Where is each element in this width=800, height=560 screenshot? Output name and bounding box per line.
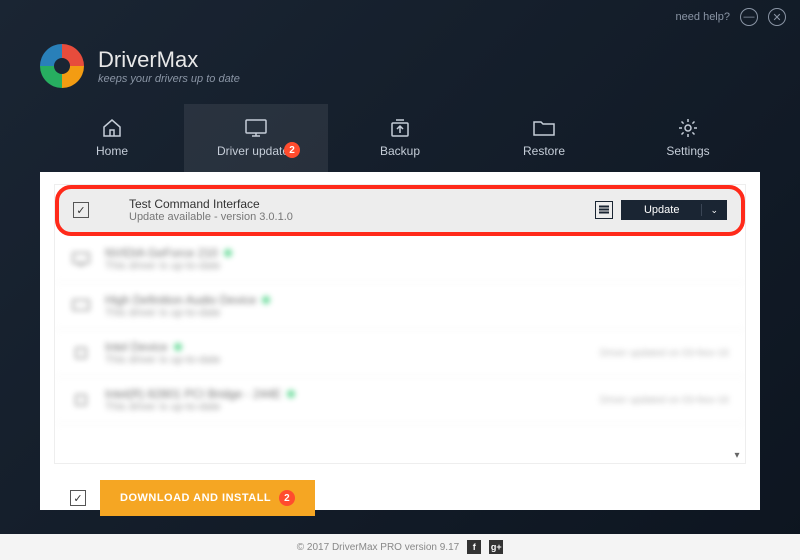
gear-icon xyxy=(677,118,699,138)
driver-subtitle: This driver is up-to-date xyxy=(105,307,729,319)
driver-title: Test Command Interface xyxy=(129,197,581,211)
minimize-button[interactable]: — xyxy=(740,8,758,26)
update-button-label: Update xyxy=(622,204,702,216)
driver-row[interactable]: NVIDIA GeForce 210 This driver is up-to-… xyxy=(55,236,745,283)
tab-label: Settings xyxy=(666,144,709,158)
app-subtitle: keeps your drivers up to date xyxy=(98,73,240,85)
tab-backup[interactable]: Backup xyxy=(328,104,472,172)
help-link[interactable]: need help? xyxy=(676,11,730,23)
chevron-down-icon[interactable]: ⌄ xyxy=(702,205,726,216)
app-title: DriverMax xyxy=(98,47,240,73)
chip-icon xyxy=(71,344,91,362)
tab-restore[interactable]: Restore xyxy=(472,104,616,172)
bottom-bar: © 2017 DriverMax PRO version 9.17 f g+ xyxy=(0,534,800,560)
driver-subtitle: This driver is up-to-date xyxy=(105,260,729,272)
download-install-button[interactable]: DOWNLOAD AND INSTALL 2 xyxy=(100,480,315,516)
driver-status: Driver updated on 03-Nov-16 xyxy=(600,348,729,359)
tab-label: Restore xyxy=(523,144,565,158)
download-count-badge: 2 xyxy=(279,490,295,506)
driver-row[interactable]: High Definition Audio Device This driver… xyxy=(55,283,745,330)
driver-list: ▴ ✓ Test Command Interface Update availa… xyxy=(54,184,746,464)
driver-subtitle: This driver is up-to-date xyxy=(105,401,586,413)
close-button[interactable]: ✕ xyxy=(768,8,786,26)
updates-badge: 2 xyxy=(284,142,300,158)
folder-icon xyxy=(533,118,555,138)
details-icon[interactable] xyxy=(595,201,613,219)
status-dot-icon xyxy=(224,249,232,257)
monitor-icon xyxy=(71,250,91,268)
select-all-checkbox[interactable]: ✓ xyxy=(70,490,86,506)
googleplus-icon[interactable]: g+ xyxy=(489,540,503,554)
download-button-label: DOWNLOAD AND INSTALL xyxy=(120,492,271,504)
driver-status: Driver updated on 03-Nov-16 xyxy=(600,395,729,406)
audio-icon xyxy=(71,297,91,315)
backup-icon xyxy=(389,118,411,138)
status-dot-icon xyxy=(287,390,295,398)
driver-row-highlighted[interactable]: ✓ Test Command Interface Update availabl… xyxy=(57,187,743,234)
tab-home[interactable]: Home xyxy=(40,104,184,172)
update-button[interactable]: Update ⌄ xyxy=(621,200,727,220)
driver-title: NVIDIA GeForce 210 xyxy=(105,246,729,260)
tab-label: Home xyxy=(96,144,128,158)
tab-label: Backup xyxy=(380,144,420,158)
facebook-icon[interactable]: f xyxy=(467,540,481,554)
status-dot-icon xyxy=(262,296,270,304)
content-panel: ▴ ✓ Test Command Interface Update availa… xyxy=(40,172,760,510)
chip-icon xyxy=(71,391,91,409)
header: DriverMax keeps your drivers up to date xyxy=(0,34,800,104)
tab-settings[interactable]: Settings xyxy=(616,104,760,172)
status-dot-icon xyxy=(174,343,182,351)
driver-title: Intel Device xyxy=(105,340,586,354)
tab-driver-updates[interactable]: Driver updates 2 xyxy=(184,104,328,172)
tab-bar: Home Driver updates 2 Backup Restore Set… xyxy=(0,104,800,172)
monitor-icon xyxy=(245,118,267,138)
driver-row[interactable]: Intel Device This driver is up-to-date D… xyxy=(55,330,745,377)
driver-row[interactable]: Intel(R) 82801 PCI Bridge - 244E This dr… xyxy=(55,377,745,424)
copyright-text: © 2017 DriverMax PRO version 9.17 xyxy=(297,542,459,553)
driver-subtitle: This driver is up-to-date xyxy=(105,354,586,366)
driver-title: High Definition Audio Device xyxy=(105,293,729,307)
home-icon xyxy=(101,118,123,138)
app-logo-icon xyxy=(40,44,84,88)
footer-actions: ✓ DOWNLOAD AND INSTALL 2 xyxy=(54,470,746,526)
scroll-down-button[interactable]: ▾ xyxy=(731,449,743,461)
titlebar: need help? — ✕ xyxy=(0,0,800,34)
driver-title: Intel(R) 82801 PCI Bridge - 244E xyxy=(105,387,586,401)
checkbox[interactable]: ✓ xyxy=(73,202,89,218)
driver-subtitle: Update available - version 3.0.1.0 xyxy=(129,211,581,223)
